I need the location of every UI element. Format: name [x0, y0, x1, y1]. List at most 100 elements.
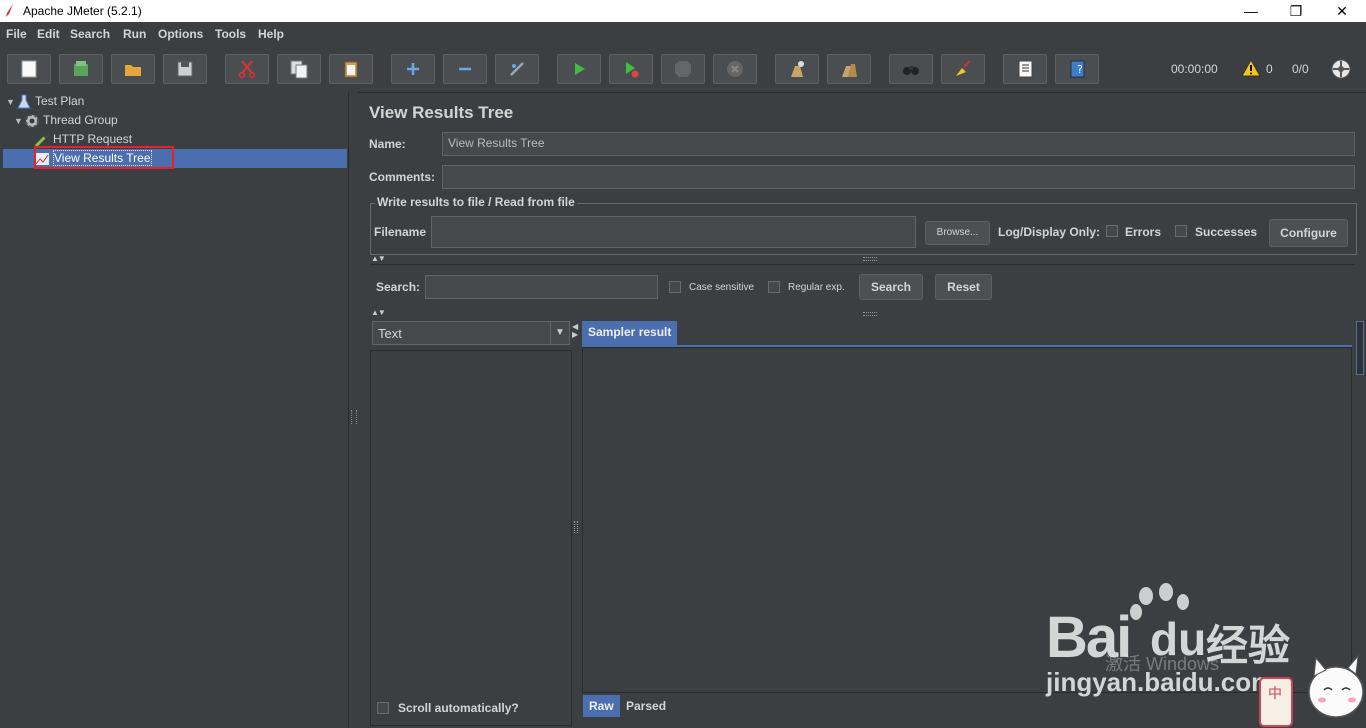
remote-engines-icon[interactable] [1330, 58, 1352, 80]
menu-file[interactable]: File [6, 27, 27, 41]
comments-field[interactable] [442, 165, 1355, 189]
tree-node-label: Thread Group [43, 113, 118, 127]
collapse-arrows-icon-2[interactable]: ▲▼ [371, 308, 386, 317]
start-button[interactable] [557, 54, 601, 84]
help-icon: ? [1070, 60, 1085, 78]
menu-edit[interactable]: Edit [37, 27, 60, 41]
name-label: Name: [369, 137, 406, 151]
menu-help[interactable]: Help [258, 27, 284, 41]
paste-icon [344, 61, 358, 78]
clear-icon [791, 61, 804, 77]
new-icon [21, 60, 37, 78]
annotation-highlight-box [34, 146, 174, 169]
start-no-pauses-button[interactable] [609, 54, 653, 84]
warning-count: 0 [1266, 62, 1273, 76]
collapse-icon [459, 67, 471, 71]
errors-checkbox[interactable] [1106, 225, 1118, 237]
filename-label: Filename [374, 225, 427, 239]
templates-button[interactable] [59, 54, 103, 84]
window-title: Apache JMeter (5.2.1) [23, 4, 142, 18]
expand-arrow-icon[interactable]: ▼ [14, 112, 24, 130]
tab-raw[interactable]: Raw [583, 695, 620, 717]
clear-all-button[interactable] [827, 54, 871, 84]
flask-icon [17, 94, 31, 109]
search-field[interactable] [425, 275, 658, 299]
sampler-result-body[interactable] [582, 347, 1352, 693]
panel-title: View Results Tree [369, 103, 514, 122]
renderer-select[interactable]: Text ▼ [372, 321, 570, 345]
scroll-automatically-label: Scroll automatically? [398, 701, 519, 715]
open-button[interactable] [111, 54, 155, 84]
save-button[interactable] [163, 54, 207, 84]
regular-exp-checkbox[interactable] [768, 281, 780, 293]
shutdown-button[interactable] [713, 54, 757, 84]
filename-field[interactable] [431, 216, 916, 248]
close-button[interactable]: ✕ [1319, 0, 1365, 22]
menu-options[interactable]: Options [158, 27, 203, 41]
case-sensitive-label: Case sensitive [689, 282, 755, 293]
divider [370, 264, 1355, 265]
tab-sampler-result[interactable]: Sampler result [582, 321, 678, 345]
warning-icon[interactable] [1241, 59, 1261, 77]
splitter-dots[interactable] [863, 257, 877, 261]
collapse-arrows-icon[interactable]: ▲▼ [371, 254, 386, 263]
successes-label: Successes [1195, 225, 1258, 239]
main-splitter[interactable] [349, 92, 358, 728]
jmeter-feather-icon [6, 4, 13, 17]
copy-button[interactable] [277, 54, 321, 84]
case-sensitive-checkbox[interactable] [669, 281, 681, 293]
expand-all-button[interactable] [391, 54, 435, 84]
browse-button[interactable]: Browse... [925, 221, 990, 245]
regular-exp-label: Regular exp. [788, 282, 845, 293]
new-button[interactable] [7, 54, 51, 84]
view-results-tree-panel: View Results Tree Name: View Results Tre… [359, 92, 1366, 728]
clear-button[interactable] [775, 54, 819, 84]
splitter-arrows-icon[interactable]: ◀ ▶ [572, 323, 578, 339]
write-results-group: Write results to file / Read from file F… [370, 195, 1357, 255]
configure-button[interactable]: Configure [1269, 219, 1348, 247]
minimize-button[interactable]: — [1228, 0, 1274, 22]
reset-button[interactable]: Reset [935, 274, 992, 300]
paste-button[interactable] [329, 54, 373, 84]
tree-node-label: HTTP Request [53, 132, 133, 146]
successes-checkbox[interactable] [1175, 225, 1187, 237]
cut-icon [238, 60, 256, 79]
cut-button[interactable] [225, 54, 269, 84]
expand-arrow-icon[interactable]: ▼ [6, 93, 16, 111]
menu-search[interactable]: Search [70, 27, 110, 41]
search-submit-button[interactable]: Search [859, 274, 923, 300]
help-button[interactable]: ? [1055, 54, 1099, 84]
menu-run[interactable]: Run [123, 27, 146, 41]
start-icon [575, 63, 585, 75]
splitter-dots-2[interactable] [863, 312, 877, 316]
menu-tools[interactable]: Tools [215, 27, 246, 41]
reset-search-button[interactable] [941, 54, 985, 84]
function-helper-button[interactable] [1003, 54, 1047, 84]
search-button[interactable] [889, 54, 933, 84]
tree-node-thread-group[interactable]: ▼ Thread Group [14, 111, 118, 129]
toggle-button[interactable] [495, 54, 539, 84]
stop-icon [675, 61, 691, 77]
scroll-automatically-checkbox[interactable] [377, 702, 389, 714]
chevron-down-icon[interactable]: ▼ [550, 322, 569, 344]
toolbar: ? 00:00:00 0 0/0 [0, 46, 1366, 93]
restore-button[interactable]: ❐ [1273, 0, 1319, 22]
log-display-label: Log/Display Only: [998, 225, 1101, 239]
file-group-title: Write results to file / Read from file [375, 195, 577, 209]
splitter-grip-2[interactable] [574, 521, 578, 533]
toggle-icon [510, 62, 524, 76]
name-field[interactable]: View Results Tree [442, 132, 1355, 156]
result-list[interactable] [370, 350, 572, 726]
menu-bar: File Edit Search Run Options Tools Help [0, 22, 1366, 46]
stop-button[interactable] [661, 54, 705, 84]
tab-parsed[interactable]: Parsed [620, 695, 672, 717]
shutdown-icon [727, 61, 743, 77]
tree-node-test-plan[interactable]: ▼ Test Plan [6, 92, 84, 110]
collapse-all-button[interactable] [443, 54, 487, 84]
results-splitter[interactable]: ◀ ▶ [571, 321, 581, 721]
result-tabs: Sampler result [582, 321, 1352, 721]
scrollbar[interactable] [1356, 321, 1364, 375]
splitter-grip[interactable] [351, 410, 357, 424]
expand-icon [407, 63, 419, 75]
test-plan-tree: ▼ Test Plan ▼ Thread Group HTTP Request Vi… [0, 92, 349, 728]
